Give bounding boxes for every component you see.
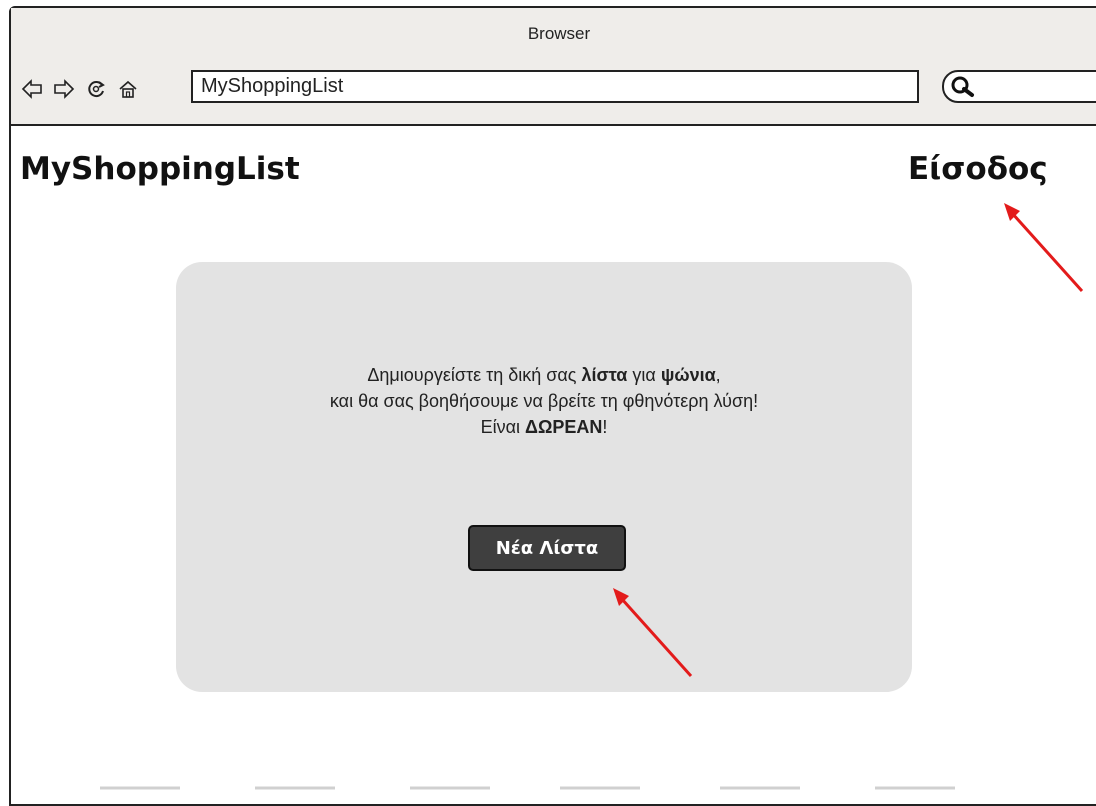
search-icon	[950, 75, 976, 103]
browser-chrome: Browser MyShoppingList	[11, 8, 1096, 126]
promo-text-part: Είναι	[480, 417, 525, 437]
forward-arrow-icon[interactable]	[53, 78, 75, 100]
home-icon[interactable]	[117, 78, 139, 100]
promo-line-2: και θα σας βοηθήσουμε να βρείτε τη φθηνό…	[329, 391, 759, 411]
promo-line-3: Είναι ΔΩΡΕΑΝ!	[176, 414, 912, 440]
promo-text-part: για	[627, 365, 661, 385]
promo-panel: Δημιουργείστε τη δική σας λίστα για ψώνι…	[176, 262, 912, 692]
promo-text-part: Δημιουργείστε τη δική σας	[367, 365, 582, 385]
address-bar[interactable]: MyShoppingList	[191, 70, 919, 103]
promo-line-1: Δημιουργείστε τη δική σας λίστα για ψώνι…	[176, 362, 912, 388]
login-link[interactable]: Είσοδος	[908, 151, 1048, 187]
promo-highlight-shopping: ψώνια	[660, 365, 716, 385]
nav-toolbar	[21, 78, 139, 100]
brand-title[interactable]: MyShoppingList	[20, 151, 300, 187]
refresh-icon[interactable]	[85, 78, 107, 100]
back-arrow-icon[interactable]	[21, 78, 43, 100]
new-list-button[interactable]: Νέα Λίστα	[468, 525, 626, 571]
promo-highlight-free: ΔΩΡΕΑΝ	[525, 417, 603, 437]
page-footer-divider	[100, 786, 955, 790]
promo-highlight-list: λίστα	[581, 365, 628, 385]
promo-text-part: !	[602, 417, 608, 437]
window-title: Browser	[527, 24, 591, 43]
promo-text-part: ,	[715, 365, 721, 385]
promo-text: Δημιουργείστε τη δική σας λίστα για ψώνι…	[176, 362, 912, 440]
search-input[interactable]	[942, 70, 1096, 103]
